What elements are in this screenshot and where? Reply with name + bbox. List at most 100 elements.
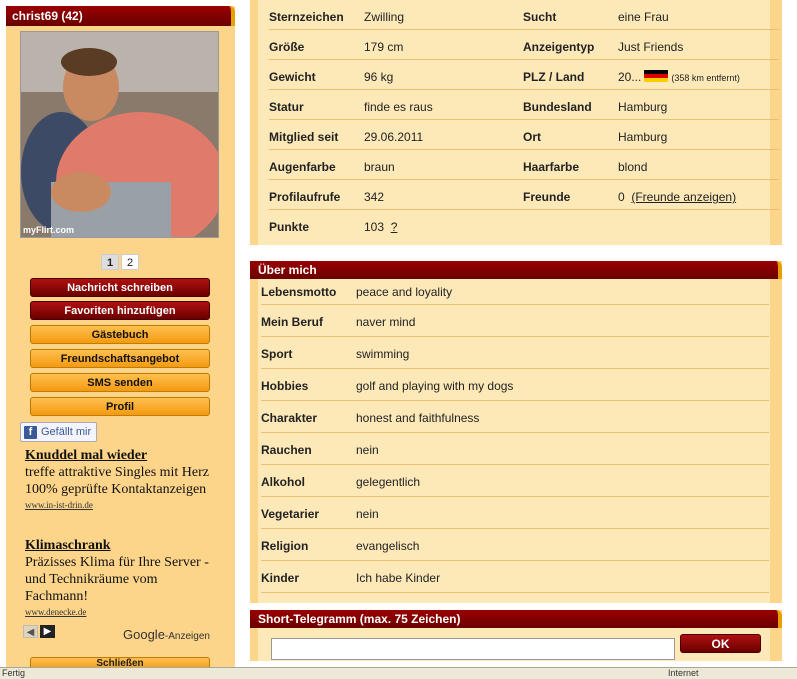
info-label: Sucht [523,10,557,24]
info-label: Bundesland [523,100,592,114]
ad-url[interactable]: www.in-ist-drin.de [25,500,220,510]
send-message-button[interactable]: Nachricht schreiben [30,278,210,297]
info-value: Just Friends [618,40,684,54]
page-1-button[interactable]: 1 [101,254,119,270]
info-value: Zwilling [364,10,405,24]
add-favorite-button[interactable]: Favoriten hinzufügen [30,301,210,320]
friendship-offer-button[interactable]: Freundschaftsangebot [30,349,210,368]
info-row: Profilaufrufe 342 Freunde 0 (Freunde anz… [269,180,779,210]
status-text: Fertig [2,668,26,678]
username-header: christ69 (42) [6,6,235,26]
profile-photo[interactable]: myFlirt.com [20,31,219,238]
info-value: blond [618,160,648,174]
info-value: eine Frau [618,10,669,24]
telegram-input[interactable] [271,638,675,660]
about-label: Sport [261,347,293,361]
chevron-left-icon[interactable]: ◀ [23,625,38,638]
profile-sidebar: christ69 (42) myFlirt.com 1 2 Nachricht … [6,6,235,671]
germany-flag-icon [644,70,669,82]
info-label: Anzeigentyp [523,40,595,54]
info-row: Statur finde es raus Bundesland Hamburg [269,90,779,120]
info-row: Gewicht 96 kg PLZ / Land 20... (358 km en… [269,60,779,90]
info-row: Sternzeichen Zwilling Sucht eine Frau [269,0,779,30]
about-row: Sport swimming [261,337,769,369]
info-label: Ort [523,130,541,144]
about-row: Vegetarier nein [261,497,769,529]
about-me-title: Über mich [250,261,782,279]
points-help-link[interactable]: ? [391,220,398,234]
info-row: Größe 179 cm Anzeigentyp Just Friends [269,30,779,60]
photo-watermark: myFlirt.com [23,225,75,235]
page-2-button[interactable]: 2 [121,254,139,270]
photo-pager: 1 2 [101,254,139,270]
info-row: Augenfarbe braun Haarfarbe blond [269,150,779,180]
facebook-icon: f [24,425,37,439]
about-value: gelegentlich [356,475,421,489]
ad-navigation: ◀ ▶ [23,625,55,638]
info-row: Mitglied seit 29.06.2011 Ort Hamburg [269,120,779,150]
ad-text: treffe attraktive Singles mit Herz 100% … [25,465,210,497]
info-label: Augenfarbe [269,160,336,174]
info-value: 179 cm [364,40,404,54]
google-ads-label[interactable]: Google-Anzeigen [123,627,210,642]
distance-value: (358 km entfernt) [671,73,740,83]
info-value: Hamburg [618,100,668,114]
ad-title[interactable]: Knuddel mal wieder [25,448,220,464]
about-label: Charakter [261,411,318,425]
info-value: braun [364,160,395,174]
ad-1[interactable]: Knuddel mal wieder treffe attraktive Sin… [25,448,220,510]
ad-text: Präzisses Klima für Ihre Server - und Te… [25,555,209,604]
about-value: nein [356,443,379,457]
about-row: Rauchen nein [261,433,769,465]
guestbook-button[interactable]: Gästebuch [30,325,210,344]
about-label: Alkohol [261,475,305,489]
info-value: 29.06.2011 [364,130,424,144]
ad-url[interactable]: www.denecke.de [25,607,220,617]
ad-2[interactable]: Klimaschrank Präzisses Klima für Ihre Se… [25,538,220,617]
friends-count: 0 [618,190,625,204]
about-value: naver mind [356,315,416,329]
info-label: Sternzeichen [269,10,344,24]
profile-info-panel: Sternzeichen Zwilling Sucht eine Frau Gr… [250,0,782,245]
about-label: Rauchen [261,443,312,457]
facebook-like-button[interactable]: f Gefällt mir [20,422,97,442]
info-value: finde es raus [364,100,433,114]
info-value: 96 kg [364,70,394,84]
about-row: Religion evangelisch [261,529,769,561]
info-label: PLZ / Land [523,70,585,84]
friends-value: 0 (Freunde anzeigen) [618,190,736,204]
about-row: Charakter honest and faithfulness [261,401,769,433]
show-friends-link[interactable]: (Freunde anzeigen) [631,190,736,204]
browser-statusbar: Fertig Internet [0,667,797,679]
info-table: Sternzeichen Zwilling Sucht eine Frau Gr… [258,0,779,245]
about-row: Alkohol gelegentlich [261,465,769,497]
about-label: Religion [261,539,309,553]
about-value: evangelisch [356,539,420,553]
info-label: Punkte [269,220,310,234]
info-label: Statur [269,100,304,114]
about-value: golf and playing with my dogs [356,379,514,393]
info-label: Freunde [523,190,571,204]
about-value: swimming [356,347,410,361]
facebook-like-label: Gefällt mir [41,426,92,438]
google-ads-suffix: -Anzeigen [164,631,210,642]
info-value: Hamburg [618,130,668,144]
about-value: honest and faithfulness [356,411,480,425]
info-label: Profilaufrufe [269,190,341,204]
send-sms-button[interactable]: SMS senden [30,373,210,392]
about-label: Vegetarier [261,507,320,521]
about-label: Mein Beruf [261,315,324,329]
telegram-ok-button[interactable]: OK [680,634,761,653]
ad-title[interactable]: Klimaschrank [25,538,220,554]
about-value: peace and loyality [356,285,453,299]
info-value: 342 [364,190,385,204]
profile-button[interactable]: Profil [30,397,210,416]
about-value: Ich habe Kinder [356,571,441,585]
short-telegram-title: Short-Telegramm (max. 75 Zeichen) [250,610,782,628]
chevron-right-icon[interactable]: ▶ [40,625,55,638]
about-row: Kinder Ich habe Kinder [261,561,769,593]
about-label: Kinder [261,571,300,585]
info-label: Mitglied seit [269,130,339,144]
google-brand: Google [123,627,165,642]
about-label: Lebensmotto [261,285,337,299]
